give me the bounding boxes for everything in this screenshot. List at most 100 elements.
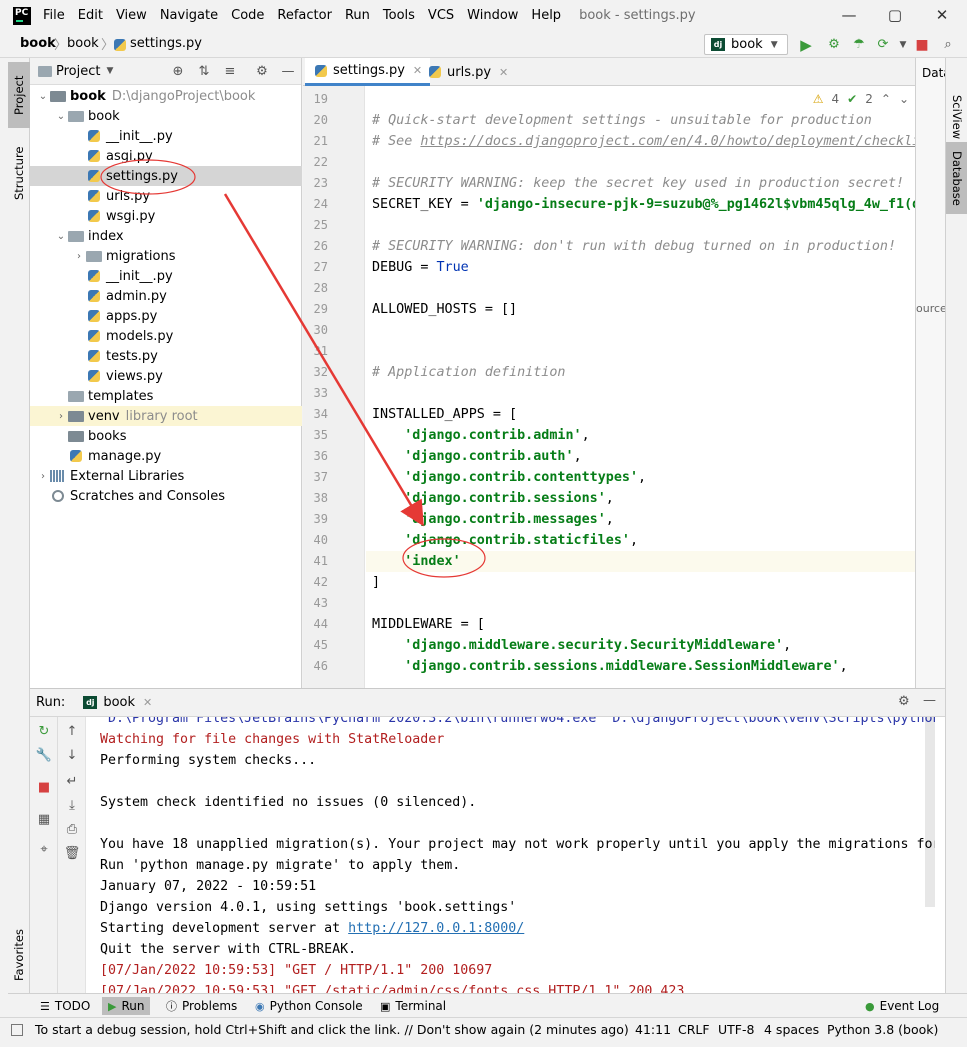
code-line[interactable]: 'django.contrib.sessions.middleware.Sess…: [372, 656, 847, 677]
tree-item[interactable]: models.py: [30, 326, 302, 346]
status-encoding[interactable]: UTF-8: [718, 1022, 754, 1037]
print-icon[interactable]: ⎙: [63, 821, 81, 839]
code-line[interactable]: INSTALLED_APPS = [: [372, 404, 517, 425]
chevron-right-icon[interactable]: ›: [72, 251, 86, 262]
code-line[interactable]: 'django.contrib.sessions',: [372, 488, 614, 509]
tool-tab-database[interactable]: Database: [946, 142, 967, 214]
tree-item[interactable]: ⌄ book: [30, 106, 302, 126]
run-console-output[interactable]: "D:\Program Files\JetBrains\PyCharm 2020…: [86, 717, 935, 994]
tree-item[interactable]: tests.py: [30, 346, 302, 366]
tree-item[interactable]: › migrations: [30, 246, 302, 266]
code-line[interactable]: 'django.contrib.staticfiles',: [372, 530, 638, 551]
tree-item[interactable]: views.py: [30, 366, 302, 386]
code-line[interactable]: 'django.contrib.admin',: [372, 425, 589, 446]
locate-file-icon[interactable]: ⊕: [170, 64, 186, 80]
tree-item[interactable]: apps.py: [30, 306, 302, 326]
chevron-right-icon[interactable]: ›: [54, 411, 68, 422]
menu-tools[interactable]: Tools: [383, 8, 415, 23]
menu-vcs[interactable]: VCS: [428, 8, 454, 23]
inspection-widget[interactable]: ⚠ 4 ✔ 2 ⌃ ⌄: [813, 92, 909, 106]
tool-button-event-log[interactable]: ● Event Log: [859, 997, 945, 1015]
hide-panel-icon[interactable]: —: [923, 693, 936, 708]
code-line[interactable]: ]: [372, 572, 380, 593]
breadcrumb-file[interactable]: settings.py: [130, 36, 202, 51]
run-configuration-selector[interactable]: dj book ▼: [704, 34, 788, 55]
minimize-icon[interactable]: —: [839, 6, 859, 24]
tool-tab-structure[interactable]: Structure: [8, 138, 30, 208]
tree-item[interactable]: wsgi.py: [30, 206, 302, 226]
code-line[interactable]: # SECURITY WARNING: don't run with debug…: [372, 236, 896, 257]
hide-panel-icon[interactable]: —: [280, 64, 296, 80]
code-line[interactable]: # See https://docs.djangoproject.com/en/…: [372, 131, 915, 152]
maximize-icon[interactable]: ▢: [885, 6, 905, 24]
code-line[interactable]: # SECURITY WARNING: keep the secret key …: [372, 173, 904, 194]
tree-item[interactable]: templates: [30, 386, 302, 406]
code-editor[interactable]: # Quick-start development settings - uns…: [366, 86, 915, 688]
coverage-icon[interactable]: ☂: [850, 36, 868, 54]
tree-item[interactable]: __init__.py: [30, 266, 302, 286]
stop-icon[interactable]: ■: [35, 779, 53, 797]
close-tab-icon[interactable]: ✕: [499, 66, 508, 79]
tree-item[interactable]: › External Libraries: [30, 466, 302, 486]
tool-tab-project[interactable]: Project: [8, 62, 30, 128]
toggle-tool-windows-icon[interactable]: [11, 1024, 23, 1036]
menu-help[interactable]: Help: [531, 8, 561, 23]
tree-item[interactable]: admin.py: [30, 286, 302, 306]
menu-file[interactable]: File: [43, 8, 65, 23]
tab-urls-py[interactable]: urls.py ✕: [419, 58, 516, 86]
status-interpreter[interactable]: Python 3.8 (book): [827, 1022, 938, 1037]
tree-item[interactable]: manage.py: [30, 446, 302, 466]
code-line[interactable]: 'django.contrib.messages',: [372, 509, 614, 530]
close-icon[interactable]: ✕: [932, 6, 952, 24]
tree-item[interactable]: urls.py: [30, 186, 302, 206]
tree-item[interactable]: books: [30, 426, 302, 446]
gear-icon[interactable]: ⚙: [898, 694, 910, 709]
chevron-down-icon[interactable]: ⌄: [54, 231, 68, 242]
code-line[interactable]: 'django.middleware.security.SecurityMidd…: [372, 635, 791, 656]
code-line[interactable]: 'index': [366, 551, 915, 572]
chevron-down-icon[interactable]: ▼: [894, 36, 912, 54]
scroll-to-end-icon[interactable]: ⤓: [63, 797, 81, 815]
debug-icon[interactable]: ⚙: [825, 36, 843, 54]
chevron-down-icon[interactable]: ⌄: [899, 92, 909, 106]
console-scrollbar[interactable]: [925, 717, 935, 907]
tree-item[interactable]: Scratches and Consoles: [30, 486, 302, 506]
tool-tab-favorites[interactable]: Favorites: [8, 920, 30, 990]
tool-button-python-console[interactable]: ◉ Python Console: [249, 997, 369, 1015]
tree-item[interactable]: ⌄ book D:\djangoProject\book: [30, 86, 302, 106]
stop-icon[interactable]: ■: [913, 36, 931, 54]
tree-item[interactable]: asgi.py: [30, 146, 302, 166]
tool-button-run[interactable]: ▶ Run: [102, 997, 151, 1015]
chevron-down-icon[interactable]: ⌄: [36, 91, 50, 102]
code-line[interactable]: 'django.contrib.contenttypes',: [372, 467, 646, 488]
project-view-selector[interactable]: Project: [56, 64, 100, 79]
code-line[interactable]: 'django.contrib.auth',: [372, 446, 581, 467]
breadcrumb-folder[interactable]: book: [67, 36, 99, 51]
menu-refactor[interactable]: Refactor: [277, 8, 332, 23]
menu-view[interactable]: View: [116, 8, 147, 23]
status-caret-position[interactable]: 41:11: [635, 1022, 671, 1037]
arrow-up-icon[interactable]: ↑: [63, 723, 81, 741]
menu-run[interactable]: Run: [345, 8, 370, 23]
tree-item[interactable]: › venv library root: [30, 406, 302, 426]
soft-wrap-icon[interactable]: ↵: [63, 773, 81, 791]
search-icon[interactable]: ⌕: [939, 36, 957, 54]
tree-item[interactable]: __init__.py: [30, 126, 302, 146]
gear-icon[interactable]: ⚙: [254, 64, 270, 80]
code-line[interactable]: MIDDLEWARE = [: [372, 614, 485, 635]
tool-button-todo[interactable]: ☰ TODO: [34, 997, 96, 1015]
layout-icon[interactable]: ▦: [35, 811, 53, 829]
expand-all-icon[interactable]: ⇅: [196, 64, 212, 80]
collapse-all-icon[interactable]: ≡: [222, 64, 238, 80]
menu-edit[interactable]: Edit: [78, 8, 103, 23]
menu-navigate[interactable]: Navigate: [160, 8, 218, 23]
line-number-gutter[interactable]: 19 20 21 22 23 24 25 26 27 28 29 30 31 32 33 34 35 36 37 38…: [303, 86, 365, 688]
tab-settings-py[interactable]: settings.py ✕: [305, 58, 431, 86]
tool-button-problems[interactable]: ⓘ Problems: [160, 997, 243, 1015]
code-line[interactable]: SECRET_KEY = 'django-insecure-pjk-9=suzu…: [372, 194, 915, 215]
menu-window[interactable]: Window: [467, 8, 518, 23]
status-line-separator[interactable]: CRLF: [678, 1022, 710, 1037]
chevron-down-icon[interactable]: ▼: [106, 66, 113, 76]
run-tab-book[interactable]: book: [103, 695, 135, 710]
status-indent[interactable]: 4 spaces: [764, 1022, 819, 1037]
